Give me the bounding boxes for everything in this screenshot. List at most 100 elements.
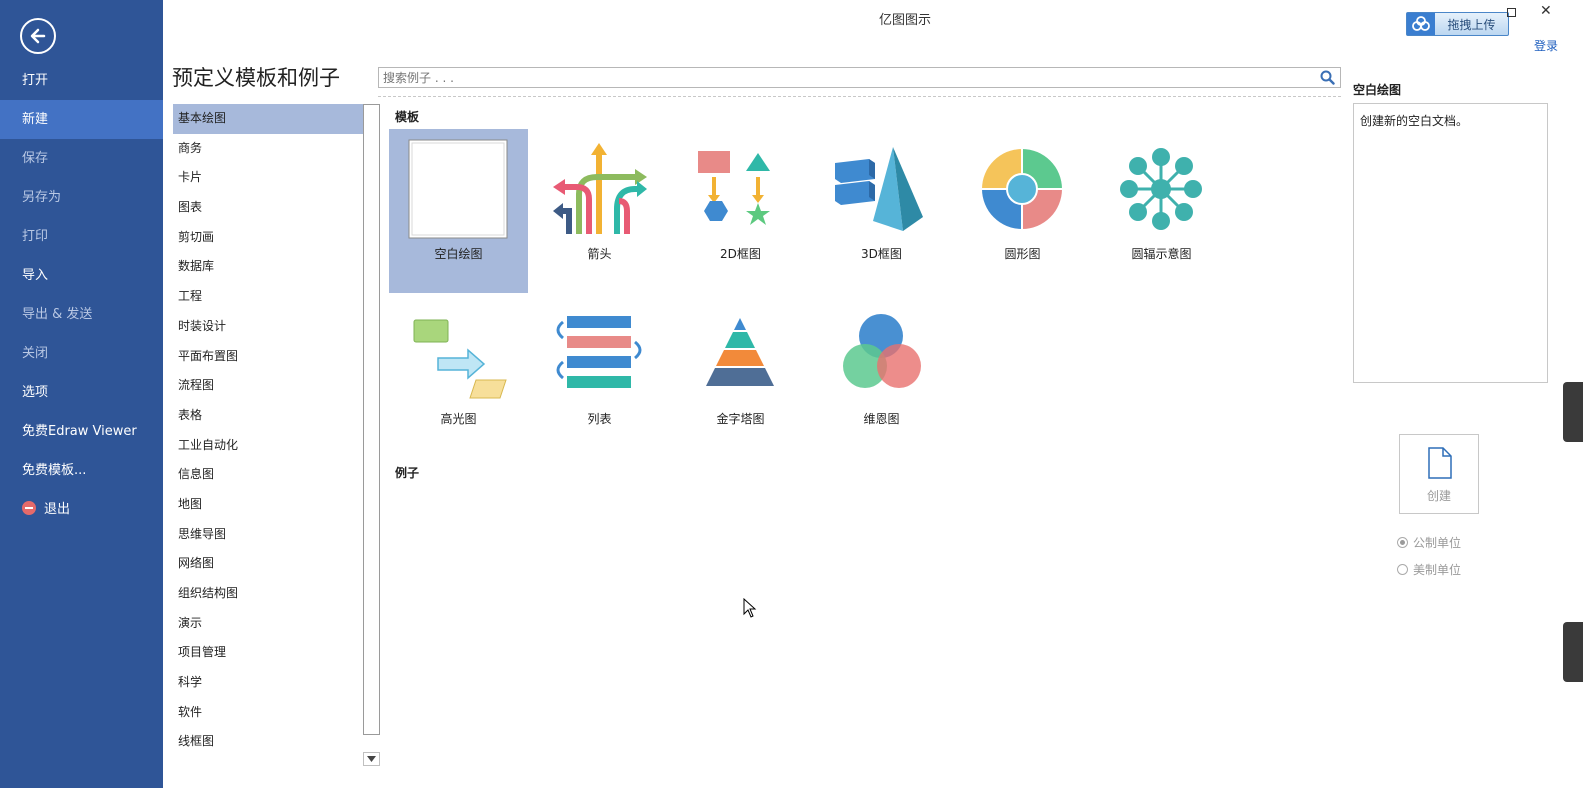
nav-item-free-viewer[interactable]: 免费Edraw Viewer bbox=[0, 412, 163, 451]
category-clipart[interactable]: 剪切画 bbox=[173, 223, 363, 253]
window-title: 亿图图示 bbox=[878, 13, 931, 28]
template-label: 3D框图 bbox=[861, 247, 902, 261]
category-infographic[interactable]: 信息图 bbox=[173, 460, 363, 490]
template-circle[interactable]: 圆形图 bbox=[953, 129, 1092, 293]
template-arrows[interactable]: 箭头 bbox=[530, 129, 669, 293]
nav-item-export-send[interactable]: 导出 & 发送 bbox=[0, 295, 163, 334]
side-tab[interactable] bbox=[1563, 622, 1583, 682]
triangle-down-icon bbox=[367, 756, 376, 762]
radial-diagram-icon bbox=[1120, 148, 1202, 230]
create-label: 创建 bbox=[1426, 489, 1451, 503]
category-business[interactable]: 商务 bbox=[173, 134, 363, 164]
template-label: 圆辐示意图 bbox=[1131, 247, 1192, 261]
document-icon bbox=[1428, 447, 1452, 479]
category-flowchart[interactable]: 流程图 bbox=[173, 371, 363, 401]
template-pyramid[interactable]: 金字塔图 bbox=[671, 294, 810, 458]
template-blank-drawing[interactable]: 空白绘图 bbox=[389, 129, 528, 293]
template-venn[interactable]: 维恩图 bbox=[812, 294, 951, 458]
us-units-label: 美制单位 bbox=[1413, 563, 1462, 577]
template-list[interactable]: 列表 bbox=[530, 294, 669, 458]
preview-title: 空白绘图 bbox=[1353, 83, 1402, 97]
metric-units-label: 公制单位 bbox=[1413, 536, 1462, 550]
template-label: 空白绘图 bbox=[434, 247, 483, 261]
cloud-icon bbox=[1407, 13, 1435, 35]
upload-label: 拖拽上传 bbox=[1447, 17, 1496, 32]
category-map[interactable]: 地图 bbox=[173, 490, 363, 520]
category-software[interactable]: 软件 bbox=[173, 698, 363, 728]
mouse-cursor-icon bbox=[743, 598, 757, 618]
radio-selected-icon bbox=[1397, 537, 1408, 548]
search-icon[interactable] bbox=[1320, 70, 1335, 85]
arrow-left-icon bbox=[30, 28, 46, 44]
nav-item-open[interactable]: 打开 bbox=[0, 61, 163, 100]
nav-item-import[interactable]: 导入 bbox=[0, 256, 163, 295]
template-label: 箭头 bbox=[587, 247, 612, 261]
radio-unselected-icon bbox=[1397, 564, 1408, 575]
blank-page-icon bbox=[408, 139, 508, 239]
scroll-down-button[interactable] bbox=[363, 752, 380, 766]
template-label: 高光图 bbox=[440, 412, 477, 426]
2d-block-icon bbox=[698, 151, 770, 225]
login-link[interactable]: 登录 bbox=[1534, 37, 1558, 54]
category-project-management[interactable]: 项目管理 bbox=[173, 638, 363, 668]
3d-block-icon bbox=[835, 147, 923, 231]
template-2d-block[interactable]: 2D框图 bbox=[671, 129, 810, 293]
circle-diagram-icon bbox=[982, 149, 1062, 229]
category-table[interactable]: 表格 bbox=[173, 401, 363, 431]
template-label: 列表 bbox=[587, 412, 612, 426]
nav-item-free-templates[interactable]: 免费模板... bbox=[0, 451, 163, 490]
nav-item-save[interactable]: 保存 bbox=[0, 139, 163, 178]
template-label: 2D框图 bbox=[720, 247, 761, 261]
category-org-chart[interactable]: 组织结构图 bbox=[173, 579, 363, 609]
nav-item-new[interactable]: 新建 bbox=[0, 100, 163, 139]
category-network[interactable]: 网络图 bbox=[173, 549, 363, 579]
category-scrollbar[interactable] bbox=[363, 104, 380, 768]
nav-item-exit-label: 退出 bbox=[44, 502, 71, 517]
templates-heading: 模板 bbox=[395, 110, 420, 124]
category-mind-map[interactable]: 思维导图 bbox=[173, 520, 363, 550]
template-label: 维恩图 bbox=[863, 412, 900, 426]
category-floor-plan[interactable]: 平面布置图 bbox=[173, 342, 363, 372]
nav-item-close[interactable]: 关闭 bbox=[0, 334, 163, 373]
nav-item-options[interactable]: 选项 bbox=[0, 373, 163, 412]
close-icon[interactable]: ✕ bbox=[1540, 3, 1552, 19]
page-title: 预定义模板和例子 bbox=[172, 66, 340, 90]
category-presentation[interactable]: 演示 bbox=[173, 609, 363, 639]
venn-diagram-icon bbox=[843, 314, 921, 388]
template-radial[interactable]: 圆辐示意图 bbox=[1092, 129, 1231, 293]
category-engineering[interactable]: 工程 bbox=[173, 282, 363, 312]
create-button[interactable]: 创建 bbox=[1399, 434, 1479, 514]
metric-units-radio[interactable]: 公制单位 bbox=[1397, 534, 1461, 551]
side-tab[interactable] bbox=[1563, 382, 1583, 442]
category-wireframe[interactable]: 线框图 bbox=[173, 727, 363, 757]
category-science[interactable]: 科学 bbox=[173, 668, 363, 698]
template-3d-block[interactable]: 3D框图 bbox=[812, 129, 951, 293]
highlight-diagram-icon bbox=[413, 319, 507, 399]
exit-icon bbox=[22, 501, 36, 515]
category-charts[interactable]: 图表 bbox=[173, 193, 363, 223]
category-industrial-automation[interactable]: 工业自动化 bbox=[173, 431, 363, 461]
header-divider bbox=[378, 96, 1341, 97]
search-box bbox=[378, 67, 1341, 88]
nav-item-save-as[interactable]: 另存为 bbox=[0, 178, 163, 217]
template-label: 金字塔图 bbox=[716, 412, 765, 426]
scroll-track[interactable] bbox=[363, 104, 380, 735]
examples-heading: 例子 bbox=[395, 466, 420, 480]
category-basic-drawing[interactable]: 基本绘图 bbox=[173, 104, 363, 134]
category-list: 基本绘图 商务 卡片 图表 剪切画 数据库 工程 时装设计 平面布置图 流程图 … bbox=[173, 104, 363, 768]
us-units-radio[interactable]: 美制单位 bbox=[1397, 561, 1461, 578]
left-nav: 打开 新建 保存 另存为 打印 导入 导出 & 发送 关闭 选项 免费Edraw… bbox=[0, 0, 163, 788]
upload-button[interactable]: 拖拽上传 bbox=[1406, 12, 1509, 36]
search-input[interactable] bbox=[379, 68, 1309, 87]
nav-item-exit[interactable]: 退出 bbox=[0, 490, 163, 529]
list-diagram-icon bbox=[556, 316, 642, 388]
category-cards[interactable]: 卡片 bbox=[173, 163, 363, 193]
nav-item-print[interactable]: 打印 bbox=[0, 217, 163, 256]
template-label: 圆形图 bbox=[1004, 247, 1041, 261]
maximize-icon[interactable] bbox=[1507, 8, 1516, 17]
pyramid-icon bbox=[706, 318, 774, 386]
category-database[interactable]: 数据库 bbox=[173, 252, 363, 282]
template-highlight[interactable]: 高光图 bbox=[389, 294, 528, 458]
category-fashion[interactable]: 时装设计 bbox=[173, 312, 363, 342]
preview-description: 创建新的空白文档。 bbox=[1353, 103, 1548, 383]
